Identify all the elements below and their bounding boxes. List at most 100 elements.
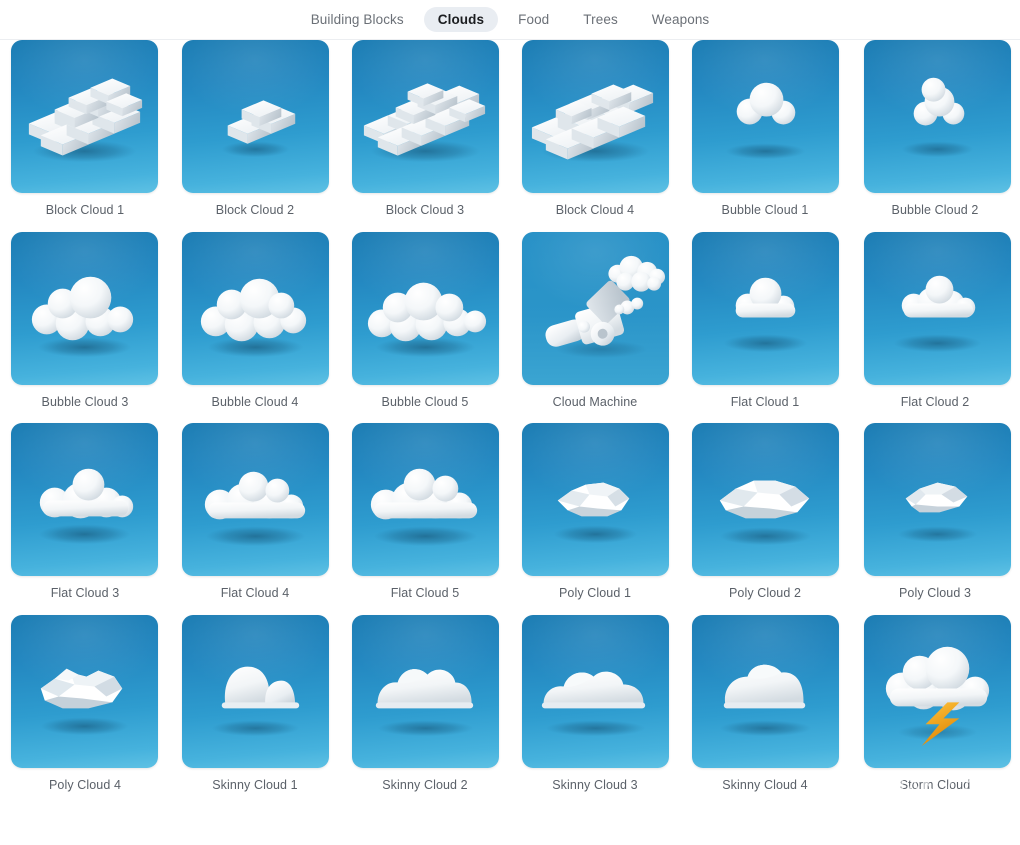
asset-row: Block Cloud 1 Block Cloud 2 Block Cloud 3 B… <box>0 40 1020 232</box>
asset-label: Block Cloud 1 <box>46 204 124 217</box>
flat-lumpy-icon <box>864 232 1011 385</box>
poly-one-icon <box>522 423 669 576</box>
asset-label: Block Cloud 4 <box>556 204 634 217</box>
block-large-icon <box>11 40 158 193</box>
asset-cell: Skinny Cloud 1 <box>170 615 340 807</box>
asset-label: Poly Cloud 1 <box>559 587 631 600</box>
asset-thumbnail-skinny-one[interactable] <box>182 615 329 768</box>
asset-thumbnail-poly-three[interactable] <box>864 423 1011 576</box>
asset-cell: Skinny Cloud 3 <box>510 615 680 807</box>
asset-label: Flat Cloud 3 <box>51 587 120 600</box>
flat-wide-icon <box>182 423 329 576</box>
tab-food[interactable]: Food <box>504 7 563 33</box>
asset-label: Bubble Cloud 4 <box>212 396 299 409</box>
asset-thumbnail-storm[interactable] <box>864 615 1011 768</box>
asset-label: Poly Cloud 2 <box>729 587 801 600</box>
asset-cell: Flat Cloud 3 <box>0 423 170 615</box>
tab-building-blocks[interactable]: Building Blocks <box>297 7 418 33</box>
asset-row: Flat Cloud 3 Flat Cloud 4 Flat Cloud 5 Poly… <box>0 423 1020 615</box>
flat-broad-icon <box>352 423 499 576</box>
block-small-icon <box>182 40 329 193</box>
asset-cell: Block Cloud 4 <box>510 40 680 232</box>
bubble-big-icon <box>11 232 158 385</box>
asset-cell: Bubble Cloud 4 <box>170 232 340 424</box>
asset-cell: Bubble Cloud 5 <box>340 232 510 424</box>
asset-thumbnail-block-small[interactable] <box>182 40 329 193</box>
skinny-one-icon <box>182 615 329 768</box>
asset-cell: Bubble Cloud 2 <box>850 40 1020 232</box>
skinny-three-icon <box>522 615 669 768</box>
asset-label: Cloud Machine <box>553 396 638 409</box>
skinny-four-icon <box>692 615 839 768</box>
asset-thumbnail-bubble-big[interactable] <box>11 232 158 385</box>
asset-label: Skinny Cloud 2 <box>382 779 467 792</box>
asset-label: Block Cloud 2 <box>216 204 294 217</box>
asset-thumbnail-poly-one[interactable] <box>522 423 669 576</box>
asset-cell: Bubble Cloud 1 <box>680 40 850 232</box>
asset-label: Flat Cloud 2 <box>901 396 970 409</box>
asset-label: Skinny Cloud 4 <box>722 779 807 792</box>
asset-thumbnail-bubble-wide[interactable] <box>182 232 329 385</box>
asset-thumbnail-flat-round[interactable] <box>11 423 158 576</box>
asset-cell: Block Cloud 2 <box>170 40 340 232</box>
flat-round-icon <box>11 423 158 576</box>
asset-grid: Block Cloud 1 Block Cloud 2 Block Cloud 3 B… <box>0 40 1020 806</box>
asset-label: Bubble Cloud 1 <box>722 204 809 217</box>
asset-label: Bubble Cloud 5 <box>382 396 469 409</box>
asset-thumbnail-flat-small[interactable] <box>692 232 839 385</box>
asset-thumbnail-skinny-four[interactable] <box>692 615 839 768</box>
asset-thumbnail-block-large[interactable] <box>11 40 158 193</box>
asset-label: Poly Cloud 4 <box>49 779 121 792</box>
block-long-icon <box>522 40 669 193</box>
asset-label: Bubble Cloud 2 <box>892 204 979 217</box>
asset-thumbnail-skinny-three[interactable] <box>522 615 669 768</box>
asset-label: Poly Cloud 3 <box>899 587 971 600</box>
asset-cell: Flat Cloud 5 <box>340 423 510 615</box>
asset-label: Flat Cloud 4 <box>221 587 290 600</box>
asset-thumbnail-bubble-row[interactable] <box>352 232 499 385</box>
asset-thumbnail-machine[interactable] <box>522 232 669 385</box>
asset-label: Skinny Cloud 3 <box>552 779 637 792</box>
storm-icon <box>864 615 1011 768</box>
poly-four-icon <box>11 615 158 768</box>
asset-cell: Flat Cloud 1 <box>680 232 850 424</box>
asset-thumbnail-flat-lumpy[interactable] <box>864 232 1011 385</box>
asset-thumbnail-poly-four[interactable] <box>11 615 158 768</box>
asset-label: Skinny Cloud 1 <box>212 779 297 792</box>
asset-thumbnail-block-wide[interactable] <box>352 40 499 193</box>
asset-cell: Block Cloud 1 <box>0 40 170 232</box>
poly-two-icon <box>692 423 839 576</box>
asset-cell: Poly Cloud 3 <box>850 423 1020 615</box>
machine-icon <box>522 232 669 385</box>
asset-thumbnail-poly-two[interactable] <box>692 423 839 576</box>
bubble-row-icon <box>352 232 499 385</box>
asset-thumbnail-flat-broad[interactable] <box>352 423 499 576</box>
asset-cell: Block Cloud 3 <box>340 40 510 232</box>
tab-weapons[interactable]: Weapons <box>638 7 724 33</box>
flat-small-icon <box>692 232 839 385</box>
asset-thumbnail-block-long[interactable] <box>522 40 669 193</box>
asset-cell: Poly Cloud 4 <box>0 615 170 807</box>
asset-label: Bubble Cloud 3 <box>42 396 129 409</box>
asset-row: Bubble Cloud 3 Bubble Cloud 4 Bubble Cloud… <box>0 232 1020 424</box>
category-tab-bar: Building BlocksCloudsFoodTreesWeapons <box>0 0 1020 40</box>
asset-cell: Bubble Cloud 3 <box>0 232 170 424</box>
asset-cell: Flat Cloud 4 <box>170 423 340 615</box>
poly-three-icon <box>864 423 1011 576</box>
tab-clouds[interactable]: Clouds <box>424 7 498 33</box>
bubble-small-icon <box>692 40 839 193</box>
asset-thumbnail-bubble-small[interactable] <box>692 40 839 193</box>
asset-row: Poly Cloud 4 Skinny Cloud 1 Skinny Cloud 2… <box>0 615 1020 807</box>
asset-label: Flat Cloud 1 <box>731 396 800 409</box>
asset-label: Block Cloud 3 <box>386 204 464 217</box>
asset-cell: Poly Cloud 2 <box>680 423 850 615</box>
asset-thumbnail-flat-wide[interactable] <box>182 423 329 576</box>
asset-cell: Poly Cloud 1 <box>510 423 680 615</box>
asset-cell: Flat Cloud 2 <box>850 232 1020 424</box>
asset-thumbnail-skinny-two[interactable] <box>352 615 499 768</box>
tab-trees[interactable]: Trees <box>569 7 632 33</box>
asset-label: Flat Cloud 5 <box>391 587 460 600</box>
asset-thumbnail-bubble-tall[interactable] <box>864 40 1011 193</box>
asset-label: Storm Cloud <box>900 779 971 792</box>
bubble-wide-icon <box>182 232 329 385</box>
